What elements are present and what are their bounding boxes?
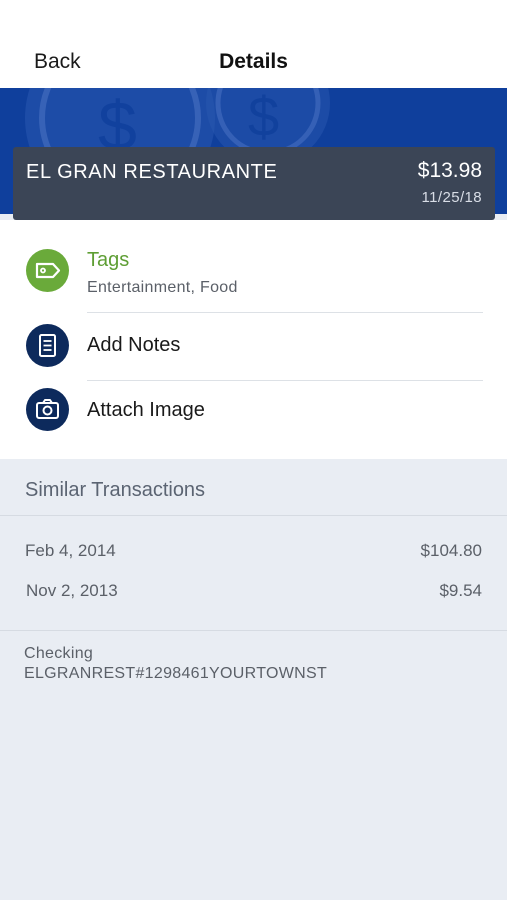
similar-transactions-heading: Similar Transactions xyxy=(25,479,206,501)
tags-label: Tags xyxy=(87,249,130,271)
action-list: Tags Entertainment, Food Add Notes Attac… xyxy=(0,220,507,459)
transaction-card: EL GRAN RESTAURANTE $13.98 11/25/18 xyxy=(13,147,495,220)
similar-transaction-amount[interactable]: $9.54 xyxy=(439,581,482,601)
transaction-amount: $13.98 xyxy=(417,159,482,182)
similar-transaction-amount[interactable]: $104.80 xyxy=(421,541,482,561)
add-notes-label: Add Notes xyxy=(87,334,181,356)
svg-text:$: $ xyxy=(248,88,279,148)
similar-transaction-date[interactable]: Feb 4, 2014 xyxy=(25,541,116,561)
divider xyxy=(0,515,507,516)
tag-icon xyxy=(26,249,69,292)
tags-value: Entertainment, Food xyxy=(87,279,238,296)
merchant-name: EL GRAN RESTAURANTE xyxy=(26,161,278,183)
notes-icon xyxy=(26,324,69,367)
navigation-bar: Back Details xyxy=(0,0,507,88)
camera-icon xyxy=(26,388,69,431)
account-name: Checking xyxy=(24,645,94,662)
similar-transaction-date[interactable]: Nov 2, 2013 xyxy=(26,581,118,601)
attach-image-row[interactable]: Attach Image xyxy=(0,381,507,447)
attach-image-label: Attach Image xyxy=(87,399,205,421)
transaction-date: 11/25/18 xyxy=(421,189,482,206)
add-notes-row[interactable]: Add Notes xyxy=(0,313,507,380)
account-description: ELGRANREST#1298461YOURTOWNST xyxy=(24,665,328,682)
divider xyxy=(0,630,507,631)
page-title: Details xyxy=(219,50,288,73)
